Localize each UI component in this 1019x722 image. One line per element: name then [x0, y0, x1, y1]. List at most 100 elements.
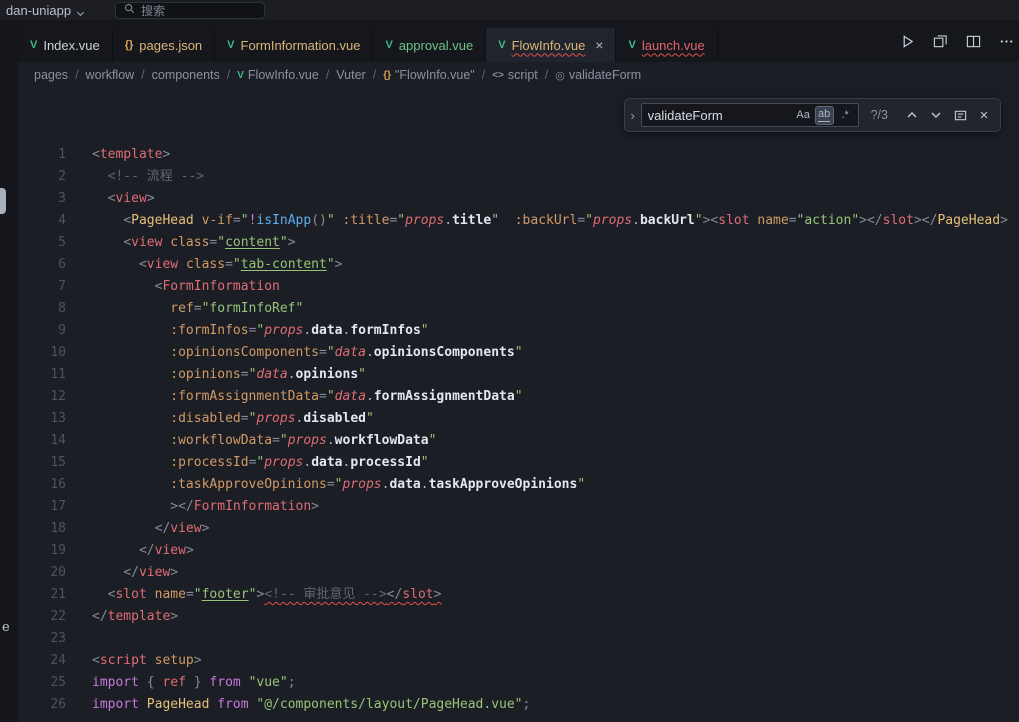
token: =	[272, 433, 280, 448]
line-number: 2	[18, 166, 66, 188]
token: ></	[859, 213, 882, 228]
token	[139, 675, 147, 690]
code-line[interactable]: 4 <PageHead v-if="!isInApp()" :title="pr…	[18, 210, 1019, 232]
toggle-replace-chevron-icon[interactable]: ›	[625, 99, 641, 131]
tab-FormInformation.vue[interactable]: VFormInformation.vue	[215, 28, 373, 62]
token: =	[241, 367, 249, 382]
token: "	[585, 213, 593, 228]
token	[92, 301, 170, 316]
code-line[interactable]: 10 :opinionsComponents="data.opinionsCom…	[18, 342, 1019, 364]
tab-FlowInfo.vue[interactable]: VFlowInfo.vue×	[486, 28, 616, 62]
code-line[interactable]: 17 ></FormInformation>	[18, 496, 1019, 518]
token: view	[139, 565, 170, 580]
more-actions-button[interactable]	[997, 32, 1015, 50]
strip-handle[interactable]	[0, 188, 6, 214]
breadcrumb-item[interactable]: workflow	[86, 68, 135, 82]
line-number: 25	[18, 672, 66, 694]
line-number: 23	[18, 628, 66, 650]
regex-button[interactable]: .*	[836, 106, 855, 125]
breadcrumb-separator: /	[141, 68, 144, 82]
project-menu[interactable]: dan-uniapp	[6, 3, 85, 18]
tab-approval.vue[interactable]: Vapproval.vue	[373, 28, 486, 62]
tab-launch.vue[interactable]: Vlaunch.vue	[616, 28, 717, 62]
token: "vue"	[249, 675, 288, 690]
token: :formInfos	[170, 323, 248, 338]
code-line[interactable]: 9 :formInfos="props.data.formInfos"	[18, 320, 1019, 342]
global-search[interactable]: 搜索	[115, 2, 265, 19]
code-line[interactable]: 19 </view>	[18, 540, 1019, 562]
code-line[interactable]: 26import PageHead from "@/components/lay…	[18, 694, 1019, 716]
code-line[interactable]: 16 :taskApproveOpinions="props.data.task…	[18, 474, 1019, 496]
token	[186, 675, 194, 690]
previous-match-button[interactable]	[902, 105, 922, 125]
token: .	[303, 455, 311, 470]
run-button[interactable]	[898, 32, 916, 50]
token: props	[264, 323, 303, 338]
token: :opinions	[170, 367, 240, 382]
tab-label: approval.vue	[399, 38, 473, 53]
split-editor-button[interactable]	[964, 32, 982, 50]
breadcrumb-item[interactable]: <>script	[492, 68, 538, 82]
token	[92, 521, 155, 536]
breadcrumb-item[interactable]: ◎validateForm	[555, 68, 641, 82]
code-text: :formAssignmentData="data.formAssignment…	[66, 386, 523, 408]
breadcrumb-item[interactable]: {}"FlowInfo.vue"	[383, 68, 475, 82]
close-find-button[interactable]: ×	[974, 105, 994, 125]
code-line[interactable]: 23	[18, 628, 1019, 650]
tab-pages.json[interactable]: {}pages.json	[113, 28, 215, 62]
code-line[interactable]: 8 ref="formInfoRef"	[18, 298, 1019, 320]
code-line[interactable]: 18 </view>	[18, 518, 1019, 540]
code-line[interactable]: 13 :disabled="props.disabled"	[18, 408, 1019, 430]
code-line[interactable]: 15 :processId="props.data.processId"	[18, 452, 1019, 474]
token	[92, 587, 108, 602]
token: "	[280, 433, 288, 448]
code-text: <!-- 流程 -->	[66, 166, 204, 188]
token: "	[327, 213, 335, 228]
code-editor[interactable]: › Aa ab .* ?/3	[18, 88, 1019, 722]
close-icon[interactable]: ×	[595, 38, 603, 52]
token: <!-- 流程 -->	[108, 169, 204, 184]
breadcrumb-item[interactable]: Vuter	[336, 68, 365, 82]
token: data	[256, 367, 287, 382]
code-line[interactable]: 22</template>	[18, 606, 1019, 628]
token: .	[288, 367, 296, 382]
line-number: 10	[18, 342, 66, 364]
token: title	[452, 213, 491, 228]
code-line[interactable]: 6 <view class="tab-content">	[18, 254, 1019, 276]
code-line[interactable]: 24<script setup>	[18, 650, 1019, 672]
breadcrumb-item[interactable]: components	[152, 68, 220, 82]
breadcrumb-item[interactable]: pages	[34, 68, 68, 82]
code-line[interactable]: 14 :workflowData="props.workflowData"	[18, 430, 1019, 452]
code-line[interactable]: 2 <!-- 流程 -->	[18, 166, 1019, 188]
find-input[interactable]	[648, 108, 792, 123]
token: props	[593, 213, 632, 228]
token: slot	[115, 587, 146, 602]
run-dev-button[interactable]	[931, 32, 949, 50]
tab-Index.vue[interactable]: VIndex.vue	[18, 28, 113, 62]
code-line[interactable]: 12 :formAssignmentData="data.formAssignm…	[18, 386, 1019, 408]
code-line[interactable]: 1<template>	[18, 144, 1019, 166]
code-text: import { ref } from "vue";	[66, 672, 296, 694]
code-text: <view>	[66, 188, 155, 210]
line-number: 21	[18, 584, 66, 606]
match-case-button[interactable]: Aa	[794, 106, 813, 125]
line-number: 9	[18, 320, 66, 342]
breadcrumb-item[interactable]: VFlowInfo.vue	[237, 68, 319, 82]
code-line[interactable]: 25import { ref } from "vue";	[18, 672, 1019, 694]
code-text: :opinionsComponents="data.opinionsCompon…	[66, 342, 523, 364]
token: >	[434, 587, 442, 602]
code-line[interactable]: 5 <view class="content">	[18, 232, 1019, 254]
token	[92, 433, 170, 448]
code-line[interactable]: 20 </view>	[18, 562, 1019, 584]
token: view	[170, 521, 201, 536]
line-number: 13	[18, 408, 66, 430]
token	[92, 191, 108, 206]
code-line[interactable]: 7 <FormInformation	[18, 276, 1019, 298]
code-line[interactable]: 3 <view>	[18, 188, 1019, 210]
whole-word-button[interactable]: ab	[815, 106, 834, 125]
next-match-button[interactable]	[926, 105, 946, 125]
code-line[interactable]: 11 :opinions="data.opinions"	[18, 364, 1019, 386]
tab-bar-tabs: VIndex.vue{}pages.jsonVFormInformation.v…	[18, 28, 718, 62]
find-in-selection-button[interactable]	[950, 105, 970, 125]
code-line[interactable]: 21 <slot name="footer"><!-- 审批意见 --></sl…	[18, 584, 1019, 606]
